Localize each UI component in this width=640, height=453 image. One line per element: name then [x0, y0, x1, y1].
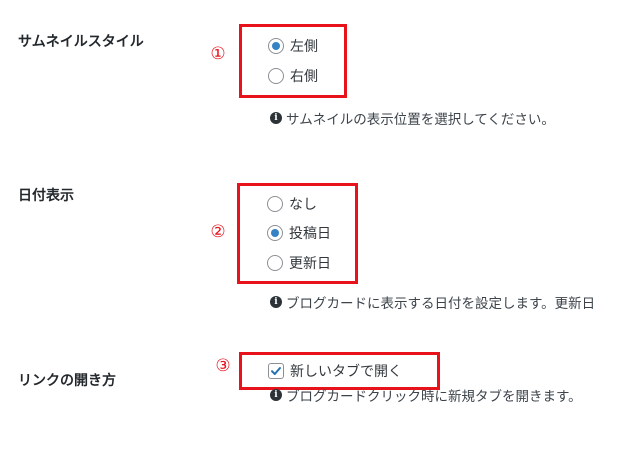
radio-thumbnail-right[interactable]: 右側 — [268, 66, 318, 86]
radio-label: 投稿日 — [289, 226, 331, 242]
radio-selected-icon[interactable] — [267, 225, 283, 241]
checkbox-open-new-tab[interactable]: 新しいタブで開く — [268, 361, 402, 381]
annotation-marker-2: ② — [210, 222, 226, 242]
radio-label: なし — [289, 197, 317, 213]
description-text: サムネイルの表示位置を選択してください。 — [286, 112, 555, 128]
radio-date-updated[interactable]: 更新日 — [267, 253, 331, 273]
info-circle-icon: i — [270, 389, 282, 401]
description-text: ブログカードに表示する日付を設定します。更新日 — [286, 296, 596, 312]
date-display-description: i ブログカードに表示する日付を設定します。更新日 — [270, 292, 595, 312]
checkbox-label: 新しいタブで開く — [290, 364, 402, 380]
radio-label: 右側 — [290, 69, 318, 85]
description-text: ブログカードクリック時に新規タブを開きます。 — [286, 389, 582, 405]
radio-label: 左側 — [290, 39, 318, 55]
radio-thumbnail-left[interactable]: 左側 — [268, 36, 318, 56]
thumbnail-style-label: サムネイルスタイル — [18, 34, 144, 50]
radio-unselected-icon[interactable] — [268, 68, 284, 84]
checkbox-checked-icon[interactable] — [268, 363, 284, 379]
info-circle-icon: i — [270, 296, 282, 308]
radio-unselected-icon[interactable] — [267, 255, 283, 271]
annotation-marker-3: ③ — [215, 356, 231, 376]
info-circle-icon: i — [270, 112, 282, 124]
radio-date-published[interactable]: 投稿日 — [267, 223, 331, 243]
date-display-label: 日付表示 — [18, 188, 74, 204]
link-open-label: リンクの開き方 — [18, 373, 116, 389]
link-open-description: i ブログカードクリック時に新規タブを開きます。 — [270, 385, 582, 405]
checkmark-icon — [271, 367, 281, 375]
radio-label: 更新日 — [289, 256, 331, 272]
radio-selected-icon[interactable] — [268, 38, 284, 54]
radio-date-none[interactable]: なし — [267, 194, 317, 214]
annotation-marker-1: ① — [210, 44, 226, 64]
thumbnail-style-description: i サムネイルの表示位置を選択してください。 — [270, 108, 555, 128]
radio-unselected-icon[interactable] — [267, 196, 283, 212]
